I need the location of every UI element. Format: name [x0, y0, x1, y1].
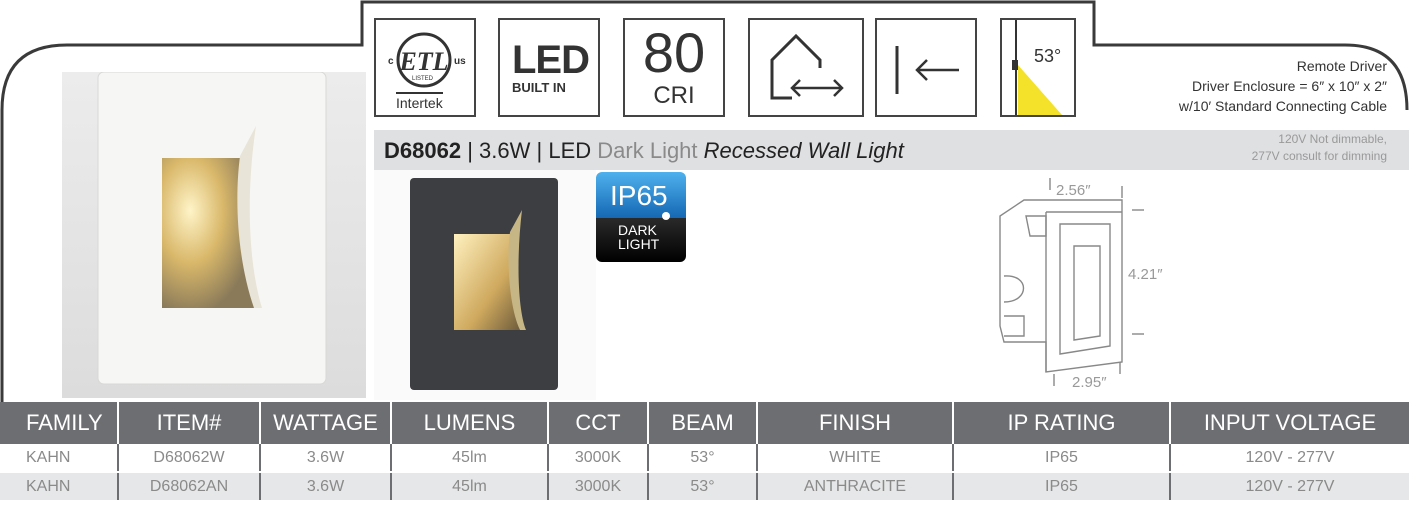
col-header-finish: FINISH — [757, 402, 954, 444]
dark-light-line-2: LIGHT — [618, 236, 660, 252]
driver-line-2: Driver Enclosure = 6″ x 10″ x 2″ — [1191, 78, 1387, 94]
dim-height: 4.21″ — [1128, 266, 1163, 283]
beam-angle-label: 53° — [1034, 46, 1062, 66]
col-header-family: FAMILY — [0, 402, 119, 444]
cri-icon: 80 CRI — [623, 18, 725, 117]
table-cell: 3.6W — [260, 444, 392, 473]
led-big-label: LED — [512, 38, 590, 82]
col-header-ip-rating: IP RATING — [953, 402, 1171, 444]
table-cell: 3000K — [548, 472, 649, 500]
white-fixture-image — [62, 71, 366, 398]
product-code: D68062 — [384, 138, 462, 163]
indoor-outdoor-icon — [748, 18, 864, 117]
dim-width-bottom: 2.95″ — [1072, 374, 1107, 391]
table-cell: 45lm — [391, 444, 549, 473]
voltage-note-2: 277V consult for dimming — [1251, 149, 1387, 163]
product-desc-dark: Dark Light — [597, 138, 698, 163]
etl-c-label: c — [388, 56, 394, 67]
col-header-beam: BEAM — [648, 402, 758, 444]
table-header-row: FAMILY ITEM# WATTAGE LUMENS CCT BEAM FIN… — [0, 402, 1409, 444]
ip65-label: IP65 — [610, 180, 668, 211]
table-cell: D68062AN — [118, 472, 261, 500]
etl-listed-icon: ETL c us LISTED Intertek — [374, 18, 476, 117]
dim-width-top: 2.56″ — [1056, 182, 1091, 199]
table-cell: 53° — [648, 472, 758, 500]
table-row: KAHN D68062W 3.6W 45lm 3000K 53° WHITE I… — [0, 444, 1409, 473]
table-cell: 3.6W — [260, 472, 392, 500]
cri-label: CRI — [653, 82, 695, 109]
dark-light-dot — [662, 212, 670, 220]
table-cell: KAHN — [0, 444, 119, 473]
product-desc-led: LED — [548, 138, 592, 163]
table-cell: 3000K — [548, 444, 649, 473]
wall-mount-icon — [875, 18, 977, 117]
product-title: D68062 | 3.6W | LED Dark Light Recessed … — [384, 138, 904, 164]
col-header-wattage: WATTAGE — [260, 402, 392, 444]
led-built-in-icon: LED BUILT IN — [498, 18, 600, 117]
anthracite-fixture-image — [374, 170, 596, 400]
title-sep-1: | — [467, 138, 480, 163]
dimension-drawing — [999, 178, 1144, 386]
table-cell: IP65 — [953, 444, 1171, 473]
beam-angle-icon: 53° — [1000, 18, 1076, 117]
col-header-item: ITEM# — [118, 402, 261, 444]
title-sep-2: | — [536, 138, 549, 163]
voltage-note-1: 120V Not dimmable, — [1278, 132, 1387, 146]
spec-table: FAMILY ITEM# WATTAGE LUMENS CCT BEAM FIN… — [0, 402, 1409, 500]
table-cell: IP65 — [953, 472, 1171, 500]
product-wattage: 3.6W — [479, 138, 531, 163]
product-desc-type: Recessed Wall Light — [703, 138, 904, 163]
table-cell: WHITE — [757, 444, 954, 473]
col-header-lumens: LUMENS — [391, 402, 549, 444]
table-cell: ANTHRACITE — [757, 472, 954, 500]
driver-line-1: Remote Driver — [1296, 58, 1387, 74]
cri-number: 80 — [642, 21, 706, 84]
table-row: KAHN D68062AN 3.6W 45lm 3000K 53° ANTHRA… — [0, 472, 1409, 500]
svg-text:ETL: ETL — [398, 47, 448, 76]
etl-us-label: us — [454, 56, 466, 67]
table-cell: 120V - 277V — [1170, 444, 1409, 473]
driver-line-3: w/10′ Standard Connecting Cable — [1178, 98, 1387, 114]
col-header-cct: CCT — [548, 402, 649, 444]
etl-intertek-label: Intertek — [396, 92, 443, 111]
etl-listed-label: LISTED — [412, 76, 434, 82]
table-cell: D68062W — [118, 444, 261, 473]
ip65-badge: IP65 DARK LIGHT — [596, 172, 686, 262]
table-cell: KAHN — [0, 472, 119, 500]
led-small-label: BUILT IN — [512, 80, 566, 95]
table-cell: 120V - 277V — [1170, 472, 1409, 500]
table-cell: 53° — [648, 444, 758, 473]
table-cell: 45lm — [391, 472, 549, 500]
col-header-input-voltage: INPUT VOLTAGE — [1170, 402, 1409, 444]
